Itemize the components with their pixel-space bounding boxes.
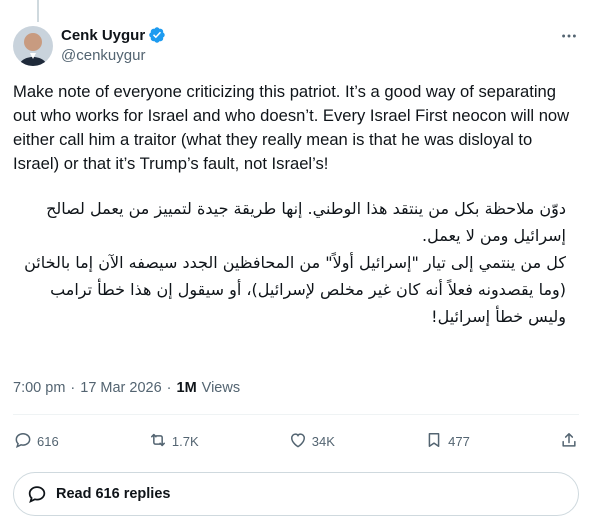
share-button[interactable]	[559, 430, 579, 453]
tweet-text-arabic-paragraph-1: دوّن ملاحظة بكل من ينتقد هذا الوطني. إنه…	[46, 199, 566, 245]
bookmark-count: 477	[448, 433, 470, 449]
tweet-time[interactable]: 7:00 pm	[13, 380, 65, 396]
tweet-text-arabic-paragraph-2: كل من ينتمي إلى تيار "إسرائيل أولاً" من …	[24, 253, 566, 326]
tweet-meta: 7:00 pm · 17 Mar 2026 · 1M Views	[13, 380, 240, 396]
repost-count: 1.7K	[171, 433, 199, 449]
repost-icon	[148, 430, 168, 453]
reply-icon	[13, 430, 33, 453]
meta-separator: ·	[70, 380, 76, 396]
tweet-text-arabic: دوّن ملاحظة بكل من ينتقد هذا الوطني. إنه…	[13, 195, 566, 330]
author-display-name[interactable]: Cenk Uygur	[61, 27, 145, 44]
divider	[13, 414, 579, 415]
author-handle[interactable]: @cenkuygur	[61, 46, 166, 66]
meta-separator: ·	[166, 380, 172, 396]
reply-button[interactable]: 616	[13, 430, 59, 453]
reply-count: 616	[37, 433, 59, 449]
avatar[interactable]	[13, 26, 53, 66]
read-replies-label: Read 616 replies	[56, 486, 171, 502]
tweet-header: Cenk Uygur @cenkuygur	[13, 24, 579, 72]
heart-icon	[288, 430, 308, 453]
more-options-icon[interactable]	[559, 26, 579, 46]
action-bar: 616 1.7K 34K 477	[13, 421, 579, 461]
repost-button[interactable]: 1.7K	[148, 430, 199, 453]
author-names: Cenk Uygur @cenkuygur	[61, 24, 166, 66]
speech-bubble-icon	[26, 483, 48, 505]
like-count: 34K	[311, 433, 335, 449]
views-count: 1M	[176, 380, 197, 396]
bookmark-icon	[424, 430, 444, 453]
like-button[interactable]: 34K	[288, 430, 335, 453]
verified-badge-icon	[148, 26, 166, 44]
thread-connector-line	[37, 0, 39, 22]
tweet-text-english: Make note of everyone criticizing this p…	[13, 82, 570, 173]
bookmark-button[interactable]: 477	[424, 430, 470, 453]
read-replies-button[interactable]: Read 616 replies	[13, 472, 579, 516]
share-icon	[559, 430, 579, 453]
views-label: Views	[201, 380, 241, 396]
tweet-date[interactable]: 17 Mar 2026	[80, 380, 161, 396]
